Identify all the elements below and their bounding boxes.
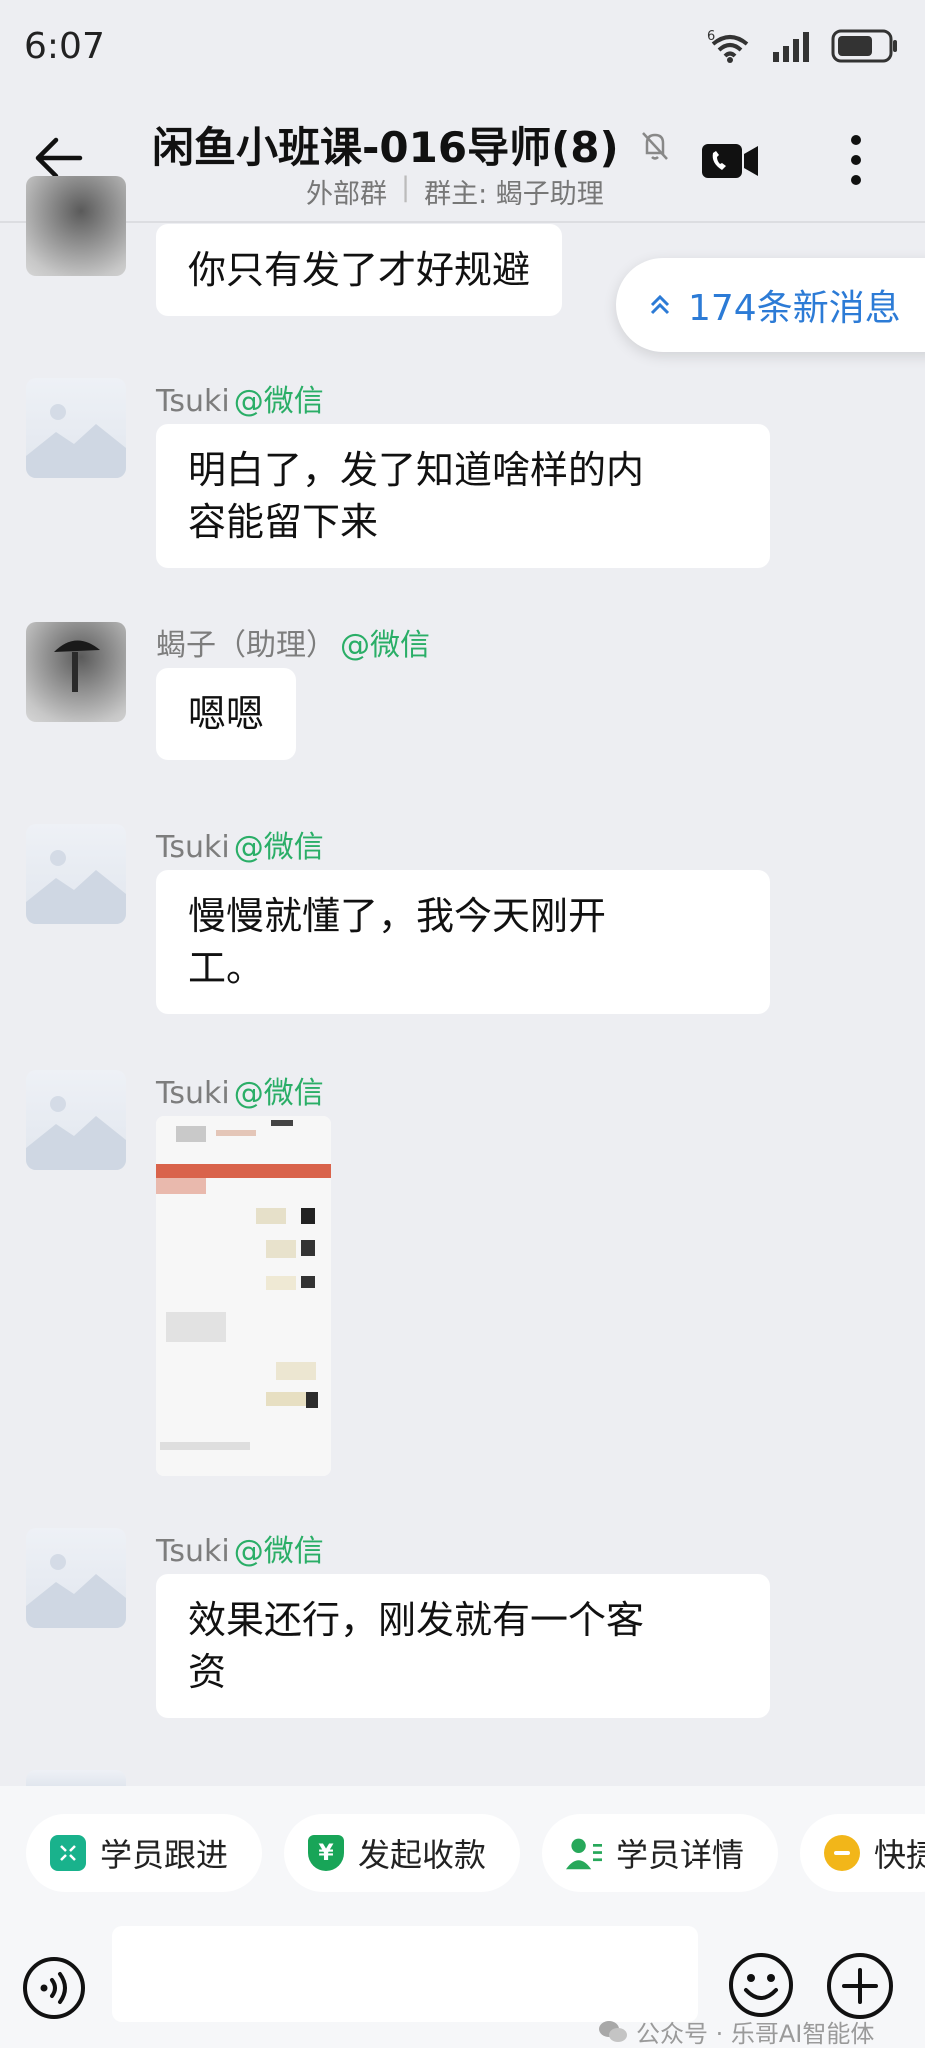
emoji-icon[interactable] (728, 1952, 794, 2018)
message-line: 容能留下来 (188, 500, 379, 544)
chip-label: 学员跟进 (100, 1836, 229, 1874)
chip-label: 快捷 (874, 1836, 925, 1874)
status-icons: 6 (707, 28, 899, 64)
header-divider (0, 221, 925, 223)
add-plus-icon[interactable] (826, 1952, 894, 2020)
chip-start-payment[interactable]: ¥ 发起收款 (284, 1814, 520, 1892)
payment-shield-icon: ¥ (308, 1835, 344, 1871)
avatar (26, 1770, 126, 1786)
wifi-icon: 6 (707, 29, 749, 63)
message-line: 资 (188, 1650, 227, 1694)
message-line: 嗯嗯 (188, 692, 265, 736)
chip-quick-reply[interactable]: 快捷 (800, 1814, 925, 1892)
blurred-screenshot-image (156, 1116, 331, 1476)
more-options-icon[interactable] (832, 130, 880, 190)
status-bar: 6:07 6 (0, 0, 925, 100)
mute-bell-icon (641, 131, 668, 160)
avatar[interactable] (26, 378, 126, 478)
message-line: 慢慢就懂了，我今天刚开 (188, 894, 607, 938)
message-bubble[interactable]: 你只有发了才好规避 (156, 224, 563, 316)
voice-input-icon[interactable] (22, 1956, 86, 2020)
new-messages-button[interactable]: 174条新消息 (616, 258, 925, 352)
avatar[interactable] (26, 824, 126, 924)
image-message[interactable] (156, 1116, 331, 1476)
avatar[interactable] (26, 176, 126, 276)
sender-name: Tsuki @微信 (156, 1076, 324, 1111)
image-placeholder-icon (26, 1096, 126, 1170)
group-owner-label: 群主: 蝎子助理 (424, 179, 604, 210)
watermark: 公众号 · 乐哥AI智能体 (598, 2014, 874, 2048)
watermark-text: 公众号 · 乐哥AI智能体 (636, 2020, 875, 2048)
image-placeholder-icon (26, 1554, 126, 1628)
new-messages-label: 174条新消息 (688, 288, 901, 329)
avatar[interactable] (26, 1528, 126, 1628)
chip-student-follow-up[interactable]: 学员跟进 (26, 1814, 262, 1892)
message-bubble[interactable]: 嗯嗯 (156, 668, 297, 760)
video-call-icon[interactable] (700, 136, 760, 186)
signal-icon (773, 32, 809, 62)
sender-name: Tsuki @微信 (156, 830, 324, 865)
sender-name: Tsuki @微信 (156, 1534, 324, 1569)
battery-icon (831, 29, 897, 63)
chat-header: 闲鱼小班课-016导师(8) 外部群 | 群主: 蝎子助理 (0, 100, 925, 222)
avatar[interactable] (26, 1070, 126, 1170)
student-details-icon (566, 1835, 602, 1871)
status-time: 6:07 (24, 26, 105, 67)
quick-action-bar: 学员跟进 ¥ 发起收款 学员详情 快捷 (0, 1786, 925, 1926)
message-text: 你只有发了才好规避 (188, 248, 531, 292)
message-bubble[interactable]: 慢慢就懂了，我今天刚开 工。 (156, 870, 770, 1014)
group-type-label: 外部群 (306, 179, 387, 210)
message-input[interactable] (112, 1926, 698, 2022)
quick-reply-icon (824, 1835, 860, 1871)
sender-name: Tsuki @微信 (156, 384, 324, 419)
wechat-logo-icon (599, 2020, 627, 2042)
sender-name: 蝎子（助理） @微信 (156, 628, 430, 663)
chat-title: 闲鱼小班课-016导师(8) (152, 123, 619, 172)
message-line: 工。 (188, 946, 265, 990)
student-follow-up-icon (50, 1835, 86, 1871)
image-placeholder-icon (26, 850, 126, 924)
message-line: 效果还行，刚发就有一个客 (188, 1598, 645, 1642)
chip-label: 发起收款 (358, 1836, 487, 1874)
chip-student-details[interactable]: 学员详情 (542, 1814, 778, 1892)
chat-subtitle: 外部群 | 群主: 蝎子助理 (306, 172, 604, 211)
message-bubble[interactable]: 效果还行，刚发就有一个客 资 (156, 1574, 770, 1718)
double-chevron-up-icon (650, 294, 670, 315)
chip-label: 学员详情 (616, 1836, 745, 1874)
message-line: 明白了，发了知道啥样的内 (188, 448, 645, 492)
message-bubble[interactable]: 明白了，发了知道啥样的内 容能留下来 (156, 424, 770, 568)
image-placeholder-icon (26, 404, 126, 478)
subtitle-divider: | (401, 172, 411, 203)
title-row[interactable]: 闲鱼小班课-016导师(8) (152, 114, 673, 175)
avatar[interactable] (26, 622, 126, 722)
umbrella-photo-icon (54, 640, 100, 692)
